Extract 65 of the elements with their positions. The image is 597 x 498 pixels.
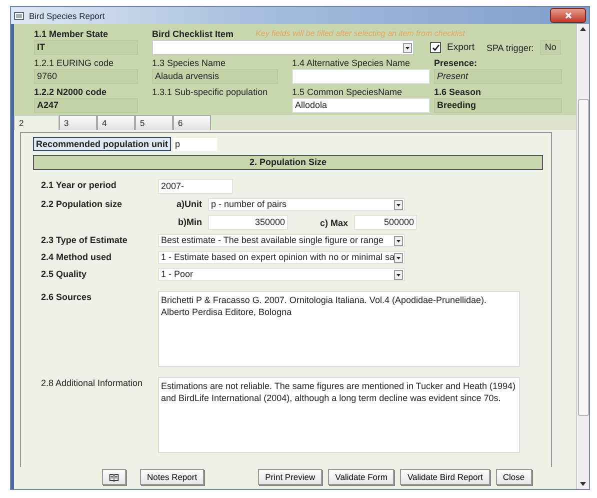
text-area[interactable]: Estimations are not reliable. The same figures are mentioned in Tucker and Heath (1994) and BirdLife International (2004), although a long term decline was evident since 70s.	[158, 377, 520, 453]
tab[interactable]: 2	[14, 115, 59, 130]
field-value: Present	[434, 69, 562, 84]
field-value: 9760	[34, 69, 138, 84]
field-label: Bird Checklist Item	[152, 28, 234, 40]
dropdown-field[interactable]: 1 - Poor	[158, 268, 405, 281]
input-field[interactable]	[292, 69, 430, 84]
input-field[interactable]: Allodola	[292, 98, 430, 113]
scroll-down-icon[interactable]	[579, 481, 587, 487]
field-value: Alauda arvensis	[152, 69, 278, 84]
field-label: c) Max	[318, 218, 349, 228]
field-value: A247	[34, 98, 138, 113]
field-label: 1.2.2 N2000 code	[34, 86, 108, 98]
field-label: Recommended population unit	[33, 137, 171, 151]
field-label: 1.5 Common SpeciesName	[292, 86, 404, 98]
tab[interactable]: 6	[173, 115, 211, 130]
input-field[interactable]: 350000	[208, 215, 288, 230]
field-label: a)Unit	[176, 198, 203, 211]
field-label: 1.1 Member State	[34, 28, 110, 40]
field-value: IT	[34, 40, 138, 55]
scroll-thumb[interactable]	[578, 99, 588, 416]
field-label: 1.2.1 EURING code	[34, 57, 115, 69]
field-label: 2.5 Quality	[41, 268, 88, 281]
field-label: 1.3.1 Sub-specific population	[152, 86, 269, 98]
form-button[interactable]: Close	[496, 469, 532, 485]
hint-text: Key fields will be filled after selecting an item from checklist	[256, 28, 465, 40]
close-button[interactable]	[550, 8, 586, 23]
checkbox-label: Export	[447, 42, 474, 53]
section-header: 2. Population Size	[33, 155, 543, 170]
book-button[interactable]	[102, 469, 126, 485]
field-label: 2.3 Type of Estimate	[41, 234, 128, 247]
dropdown-field[interactable]: p - number of pairs	[208, 198, 405, 211]
scrollbar[interactable]	[576, 24, 589, 489]
field-label: b)Min	[177, 216, 203, 229]
field-label: 1.4 Alternative Species Name	[292, 57, 412, 69]
text-area[interactable]: Brichetti P & Fracasso G. 2007. Ornitologia Italiana. Vol.4 (Apodidae-Prunellidae). Alberto Perdisa Editore, Bologna	[158, 291, 520, 367]
window-title: Bird Species Report	[29, 10, 105, 20]
form-icon	[14, 10, 24, 20]
dropdown-field[interactable]: Best estimate - The best available single figure or range	[158, 234, 405, 247]
field-label: 2.8 Additional Information	[41, 377, 144, 390]
field-label: 2.4 Method used	[41, 251, 113, 264]
close-icon	[564, 12, 572, 19]
field-label: 1.3 Species Name	[152, 57, 227, 69]
field-label: 2.6 Sources	[41, 291, 93, 304]
form-button[interactable]: Print Preview	[258, 469, 322, 485]
input-field[interactable]: 500000	[354, 215, 417, 230]
field-label: 1.6 Season	[434, 86, 482, 98]
field-value: No	[540, 40, 562, 55]
field-label: 2.1 Year or period	[41, 179, 118, 192]
scroll-up-icon[interactable]	[579, 26, 587, 32]
form-button[interactable]: Validate Bird Report	[400, 469, 490, 485]
tab[interactable]: 3	[59, 115, 97, 130]
form-button[interactable]: Notes Report	[140, 469, 204, 485]
dropdown-field[interactable]	[152, 40, 414, 55]
export-checkbox[interactable]	[430, 42, 441, 53]
input-field[interactable]: 2007-	[158, 179, 233, 194]
field-value: Breeding	[434, 98, 562, 113]
field-label: 2.2 Population size	[41, 198, 124, 211]
tab[interactable]: 4	[97, 115, 135, 130]
field-label: Presence:	[434, 57, 478, 69]
field-label: SPA trigger:	[486, 42, 534, 52]
input-field[interactable]: p	[173, 138, 217, 150]
book-icon	[109, 472, 119, 482]
tab[interactable]: 5	[135, 115, 173, 130]
form-button[interactable]: Validate Form	[328, 469, 394, 485]
